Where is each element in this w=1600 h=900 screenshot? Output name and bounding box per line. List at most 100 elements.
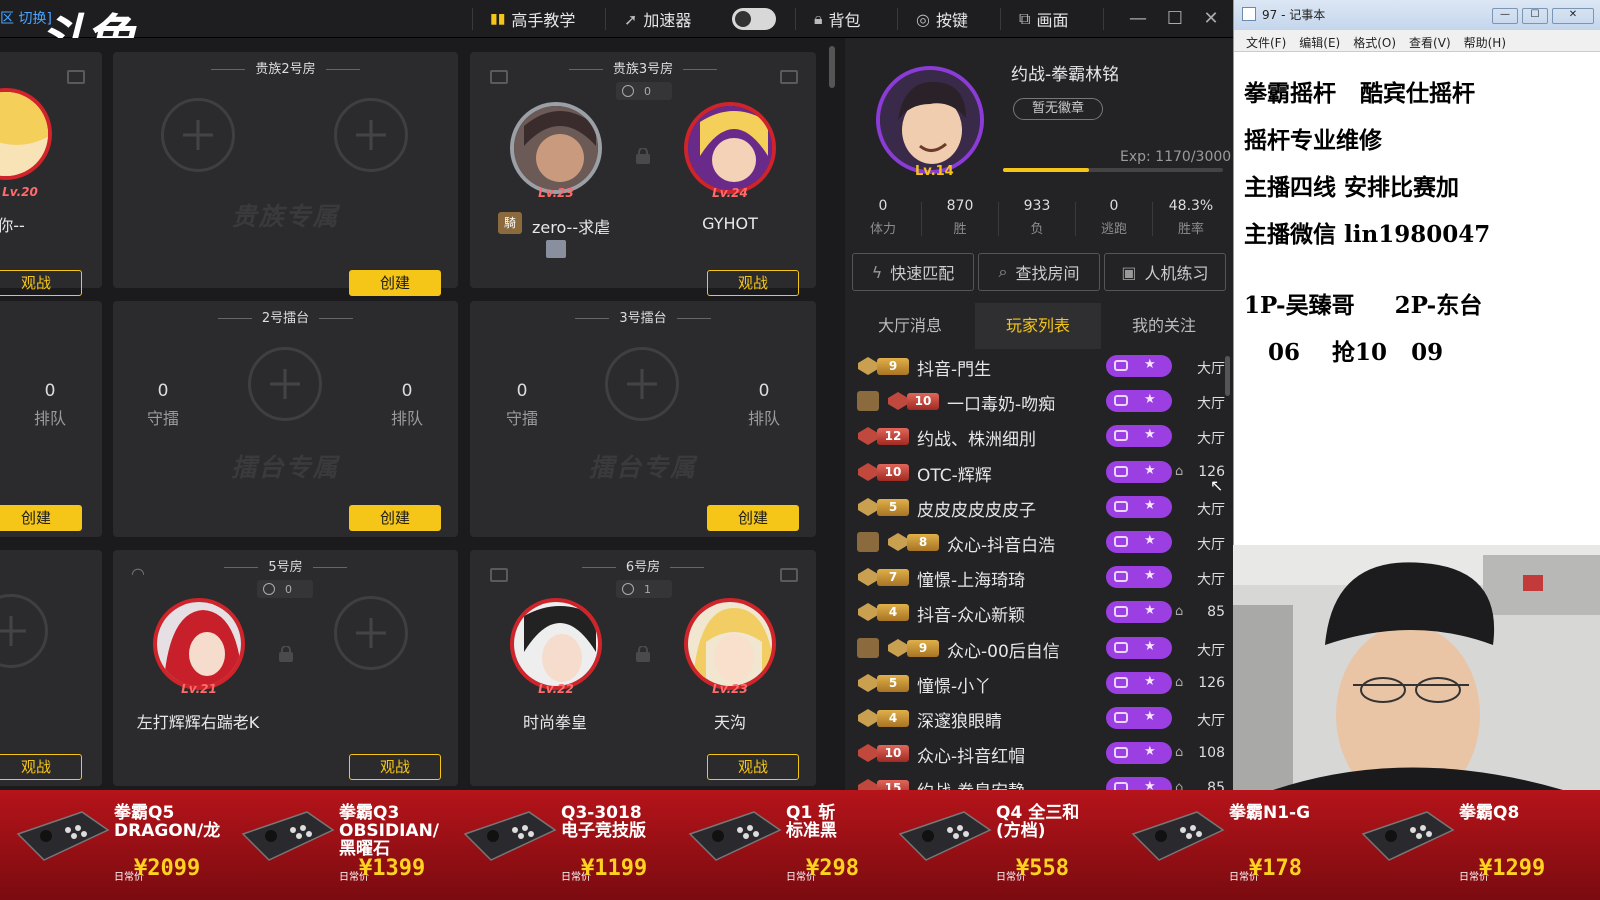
room-card-left-1[interactable]: Lv.20 服你-- 观战	[0, 52, 102, 296]
player-actions[interactable]: ★	[1106, 636, 1172, 659]
notepad-line[interactable]: 1P-吴臻哥 2P-东台	[1244, 286, 1482, 320]
room-card-arena-2[interactable]: 2号擂台 0 守擂 0 排队 擂台专属 创建	[113, 301, 458, 537]
player-list-row[interactable]: 12 约战、株洲细刖 ★ 大厅	[853, 419, 1225, 453]
player-actions[interactable]: ★	[1106, 495, 1172, 518]
notepad-line[interactable]: 拳霸摇杆 酷宾仕摇杆	[1244, 74, 1475, 108]
star-icon[interactable]: ★	[1144, 568, 1156, 583]
player-actions[interactable]: ★	[1106, 707, 1172, 729]
player-list-row[interactable]: 9 众心-00后自信 ★ 大厅	[853, 631, 1225, 665]
tab-hall-messages[interactable]: 大厅消息	[847, 303, 973, 349]
player-list-row[interactable]: 10 OTC-辉辉 ★ ⌂ 126	[853, 455, 1225, 489]
notepad-line[interactable]: 主播四线 安排比赛加	[1244, 168, 1459, 202]
invite-icon[interactable]	[1114, 747, 1128, 759]
player-list-row[interactable]: 7 憧憬-上海琦琦 ★ 大厅	[853, 560, 1225, 594]
player-actions[interactable]: ★	[1106, 601, 1172, 624]
star-icon[interactable]: ★	[1144, 357, 1156, 372]
product-ad[interactable]: 拳霸N1-G 日常价 ¥178	[1115, 790, 1340, 900]
room-card-5[interactable]: 5号房 ◠ 0 Lv.21 左打辉辉右踹老K 观战	[113, 550, 458, 786]
invite-icon[interactable]	[1114, 465, 1128, 477]
invite-icon[interactable]	[1114, 430, 1128, 442]
product-ad[interactable]: Q4 全三和 (方档) 日常价 ¥558	[882, 790, 1107, 900]
bot-practice-button[interactable]: ▣ 人机练习	[1104, 253, 1226, 291]
watch-button[interactable]: 观战	[349, 754, 441, 780]
star-icon[interactable]: ★	[1144, 639, 1156, 654]
menu-help[interactable]: 帮助(H)	[1464, 34, 1506, 51]
invite-icon[interactable]	[1114, 676, 1128, 688]
room-card-left-2[interactable]: 0 排队 创建	[0, 301, 102, 537]
invite-icon[interactable]	[1114, 500, 1128, 512]
add-player-slot[interactable]	[161, 98, 235, 172]
bag-button[interactable]: 🔒︎ 背包	[814, 8, 861, 30]
invite-icon[interactable]	[1114, 712, 1128, 723]
player-actions[interactable]: ★	[1106, 531, 1172, 553]
tab-player-list[interactable]: 玩家列表	[975, 303, 1101, 349]
find-room-button[interactable]: ⌕ 查找房间	[978, 253, 1100, 291]
accelerator-toggle[interactable]	[732, 8, 776, 30]
maximize-icon[interactable]: ☐	[1522, 8, 1548, 24]
ad-banner[interactable]: 拳霸Q5 DRAGON/龙 日常价 ¥2099 拳霸Q3 OBSIDIAN/ 黑曜石日…	[0, 790, 1600, 900]
invite-icon[interactable]	[1114, 606, 1128, 618]
invite-icon[interactable]	[1114, 571, 1128, 583]
expert-tutorial-button[interactable]: ▮▮ 高手教学	[490, 8, 575, 30]
player-actions[interactable]: ★	[1106, 671, 1172, 694]
product-ad[interactable]: 拳霸Q8 日常价 ¥1299	[1345, 790, 1570, 900]
watch-button[interactable]: 观战	[0, 754, 82, 780]
player-actions[interactable]: ★	[1106, 566, 1172, 589]
display-button[interactable]: ⧉ 画面	[1019, 8, 1068, 30]
player-actions[interactable]: ★	[1106, 460, 1172, 483]
product-ad[interactable]: 拳霸Q5 DRAGON/龙 日常价 ¥2099	[0, 790, 225, 900]
tab-following[interactable]: 我的关注	[1101, 303, 1227, 349]
player-list-row[interactable]: 10 众心-抖音红帽 ★ ⌂ 108	[853, 736, 1225, 770]
product-ad[interactable]: 拳霸Q3 OBSIDIAN/ 黑曜石 日常价 ¥1399	[225, 790, 450, 900]
player-actions[interactable]: ★	[1106, 355, 1172, 377]
create-button[interactable]: 创建	[707, 505, 799, 531]
player-list-row[interactable]: 4 深邃狼眼睛 ★ 大厅	[853, 701, 1225, 735]
star-icon[interactable]: ★	[1144, 709, 1156, 724]
invite-icon[interactable]	[1114, 536, 1128, 547]
star-icon[interactable]: ★	[1144, 674, 1156, 689]
player-list-row[interactable]: 8 众心-抖音白浩 ★ 大厅	[853, 525, 1225, 559]
product-ad[interactable]: Q3-3018 电子竞技版 日常价 ¥1199	[447, 790, 672, 900]
star-icon[interactable]: ★	[1144, 463, 1156, 478]
invite-icon[interactable]	[1114, 360, 1128, 371]
add-player-slot[interactable]	[0, 594, 48, 668]
challenge-slot[interactable]	[605, 347, 679, 421]
watch-button[interactable]: 观战	[0, 270, 82, 296]
create-button[interactable]: 创建	[0, 505, 82, 531]
create-button[interactable]: 创建	[349, 270, 441, 296]
minimize-icon[interactable]: —	[1492, 8, 1518, 24]
accelerator-button[interactable]: ➚ 加速器	[624, 8, 691, 31]
star-icon[interactable]: ★	[1144, 533, 1156, 548]
product-ad[interactable]: Q1 斩 标准黑 日常价 ¥298	[672, 790, 897, 900]
menu-edit[interactable]: 编辑(E)	[1299, 34, 1340, 51]
quick-match-button[interactable]: ϟ 快速匹配	[852, 253, 974, 291]
star-icon[interactable]: ★	[1144, 392, 1156, 407]
player-list-row[interactable]: 5 皮皮皮皮皮皮子 ★ 大厅	[853, 490, 1225, 524]
player-actions[interactable]: ★	[1106, 742, 1172, 765]
player-list-row[interactable]: 5 憧憬-小丫 ★ ⌂ 126	[853, 666, 1225, 700]
star-icon[interactable]: ★	[1144, 498, 1156, 513]
star-icon[interactable]: ★	[1144, 744, 1156, 759]
menu-format[interactable]: 格式(O)	[1353, 34, 1396, 51]
player-actions[interactable]: ★	[1106, 390, 1172, 413]
player-list-scrollbar[interactable]	[1225, 356, 1230, 396]
maximize-icon[interactable]: ☐	[1164, 8, 1186, 30]
create-button[interactable]: 创建	[349, 505, 441, 531]
star-icon[interactable]: ★	[1144, 603, 1156, 618]
notepad-line[interactable]: 06 抢10 09	[1244, 333, 1443, 367]
player-list-row[interactable]: 10 一口毒奶-吻痴 ★ 大厅	[853, 384, 1225, 418]
notepad-line[interactable]: 摇杆专业维修	[1244, 121, 1382, 155]
watch-button[interactable]: 观战	[707, 754, 799, 780]
close-icon[interactable]: ✕	[1200, 8, 1222, 30]
grid-scrollbar[interactable]	[829, 46, 835, 88]
room-card-left-3[interactable]: 观战	[0, 550, 102, 786]
player-list-row[interactable]: 9 抖音-門生 ★ 大厅	[853, 349, 1225, 383]
minimize-icon[interactable]: —	[1127, 8, 1149, 30]
badge-pill[interactable]: 暂无徽章	[1013, 98, 1103, 120]
menu-file[interactable]: 文件(F)	[1246, 34, 1286, 51]
keys-button[interactable]: ◎ 按键	[916, 8, 968, 31]
notepad-line[interactable]: 主播微信 lin1980047	[1244, 215, 1490, 249]
player-actions[interactable]: ★	[1106, 425, 1172, 448]
add-player-slot[interactable]	[334, 596, 408, 670]
invite-icon[interactable]	[1114, 641, 1128, 653]
